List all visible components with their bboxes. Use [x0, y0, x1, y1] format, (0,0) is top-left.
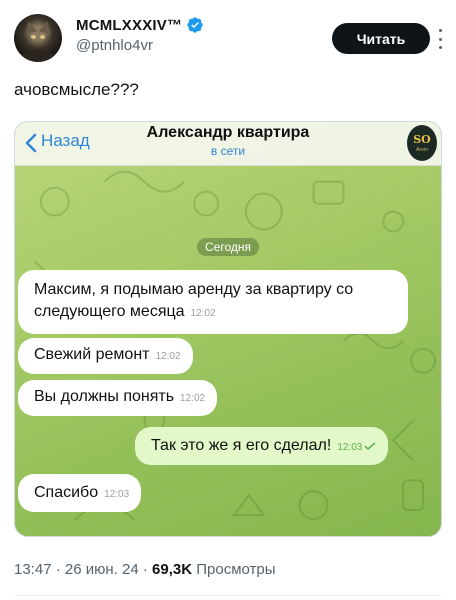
- message-text: Вы должны понять: [34, 388, 175, 405]
- contact-avatar[interactable]: SO Arom: [407, 125, 437, 161]
- avatar-cat-body: [20, 50, 56, 62]
- chat-status: в сети: [210, 144, 246, 158]
- read-button[interactable]: Читать: [332, 23, 430, 54]
- author-display-name[interactable]: MCMLXXXIV™: [76, 17, 182, 34]
- contact-logo-text: SO: [413, 133, 431, 146]
- verified-badge-icon: [187, 17, 203, 33]
- meta-separator: ·: [142, 561, 148, 578]
- avatar[interactable]: [14, 14, 62, 62]
- more-options-icon[interactable]: [437, 29, 443, 49]
- message-text: Свежий ремонт: [34, 346, 150, 363]
- message-time: 12:03: [337, 442, 363, 453]
- tweet-header: MCMLXXXIV™ @ptnhlo4vr Читать: [14, 12, 444, 64]
- read-check-icon: [364, 442, 376, 450]
- avatar-cat-ear: [22, 19, 38, 35]
- message-time: 12:02: [155, 351, 181, 362]
- telegram-chat-header: Назад Александр квартира в сети SO Arom: [15, 122, 441, 166]
- chat-title: Александр квартира: [146, 124, 310, 141]
- tweet-date[interactable]: 26 июн. 24: [65, 561, 139, 578]
- avatar-cat-ear: [38, 19, 54, 35]
- date-separator: Сегодня: [197, 238, 259, 256]
- message-bubble-incoming[interactable]: Свежий ремонт 12:02: [18, 338, 193, 374]
- message-time: 12:02: [180, 393, 206, 404]
- message-bubble-outgoing[interactable]: Так это же я его сделал! 12:03: [135, 427, 389, 465]
- tweet-media-screenshot[interactable]: Назад Александр квартира в сети SO Arom …: [14, 121, 442, 537]
- message-text: Спасибо: [34, 484, 99, 501]
- message-bubble-incoming[interactable]: Максим, я подымаю аренду за квартиру со …: [18, 270, 408, 334]
- divider: [14, 595, 442, 596]
- message-bubble-incoming[interactable]: Вы должны понять 12:02: [18, 380, 218, 416]
- author-handle[interactable]: @ptnhlo4vr: [76, 37, 153, 54]
- avatar-cat-eye: [31, 35, 36, 39]
- views-count[interactable]: 69,3K: [152, 561, 192, 578]
- message-bubble-incoming[interactable]: Спасибо 12:03: [18, 474, 142, 512]
- message-time: 12:03: [104, 489, 130, 500]
- message-time: 12:02: [190, 308, 216, 319]
- message-text: Так это же я его сделал!: [151, 437, 332, 454]
- contact-logo-subtext: Arom: [416, 147, 428, 153]
- tweet-meta: 13:47 · 26 июн. 24 · 69,3K Просмотры: [14, 561, 276, 578]
- avatar-cat-eye: [40, 35, 45, 39]
- tweet-text: ачовсмысле???: [14, 80, 139, 99]
- views-label: Просмотры: [196, 561, 276, 578]
- author-name-row: MCMLXXXIV™: [76, 16, 204, 34]
- meta-separator: ·: [55, 561, 61, 578]
- tweet-time[interactable]: 13:47: [14, 561, 52, 578]
